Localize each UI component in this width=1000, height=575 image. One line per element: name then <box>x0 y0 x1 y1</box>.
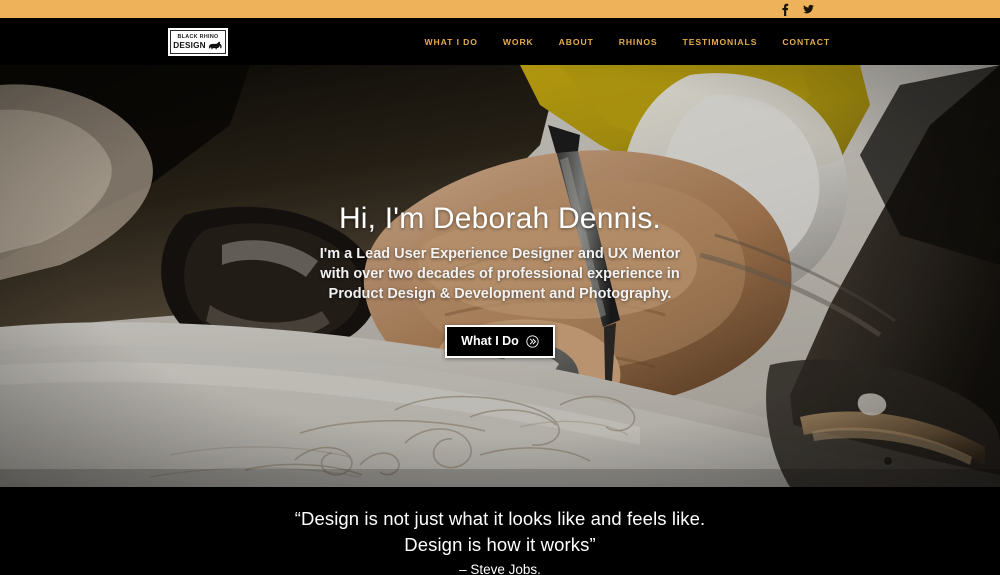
nav-item-work[interactable]: WORK <box>503 37 534 47</box>
nav-item-about[interactable]: ABOUT <box>559 37 594 47</box>
twitter-icon[interactable] <box>803 3 814 16</box>
nav-item-contact[interactable]: CONTACT <box>782 37 830 47</box>
top-social-bar <box>0 0 1000 18</box>
nav-item-rhinos[interactable]: RHINOS <box>619 37 658 47</box>
what-i-do-button[interactable]: What I Do <box>445 325 555 358</box>
nav-item-testimonials[interactable]: TESTIMONIALS <box>683 37 758 47</box>
site-logo[interactable]: BLACK RHINO DESIGN <box>168 28 228 56</box>
hero-subtitle-line-3: Product Design & Development and Photogr… <box>328 286 672 302</box>
site-header: BLACK RHINO DESIGN WHAT I DO WORK ABOUT … <box>0 18 1000 65</box>
nav-item-what-i-do[interactable]: WHAT I DO <box>425 37 478 47</box>
rhino-icon <box>208 41 222 50</box>
main-navigation: WHAT I DO WORK ABOUT RHINOS TESTIMONIALS… <box>425 18 830 65</box>
quote-line-1: “Design is not just what it looks like a… <box>294 508 706 529</box>
logo-inner-frame: BLACK RHINO DESIGN <box>170 30 226 54</box>
what-i-do-button-label: What I Do <box>461 334 519 348</box>
hero-content: Hi, I'm Deborah Dennis. I'm a Lead User … <box>0 65 1000 487</box>
hero-section: Hi, I'm Deborah Dennis. I'm a Lead User … <box>0 65 1000 487</box>
hero-subtitle-line-1: I'm a Lead User Experience Designer and … <box>319 246 681 262</box>
hero-title: Hi, I'm Deborah Dennis. <box>338 202 662 235</box>
quote-section: “Design is not just what it looks like a… <box>0 487 1000 575</box>
facebook-icon[interactable] <box>779 3 790 16</box>
hero-subtitle: I'm a Lead User Experience Designer and … <box>320 244 680 304</box>
quote-line-2: Design is how it works” <box>404 534 596 555</box>
double-chevron-right-icon <box>526 334 539 348</box>
social-links <box>779 3 814 16</box>
logo-brand-bottom-row: DESIGN <box>173 41 223 50</box>
logo-brand-top: BLACK RHINO <box>177 34 219 40</box>
quote-author: – Steve Jobs. <box>459 562 541 575</box>
page-root: BLACK RHINO DESIGN WHAT I DO WORK ABOUT … <box>0 0 1000 575</box>
hero-subtitle-line-2: with over two decades of professional ex… <box>320 266 680 282</box>
logo-brand-word: DESIGN <box>173 41 206 50</box>
